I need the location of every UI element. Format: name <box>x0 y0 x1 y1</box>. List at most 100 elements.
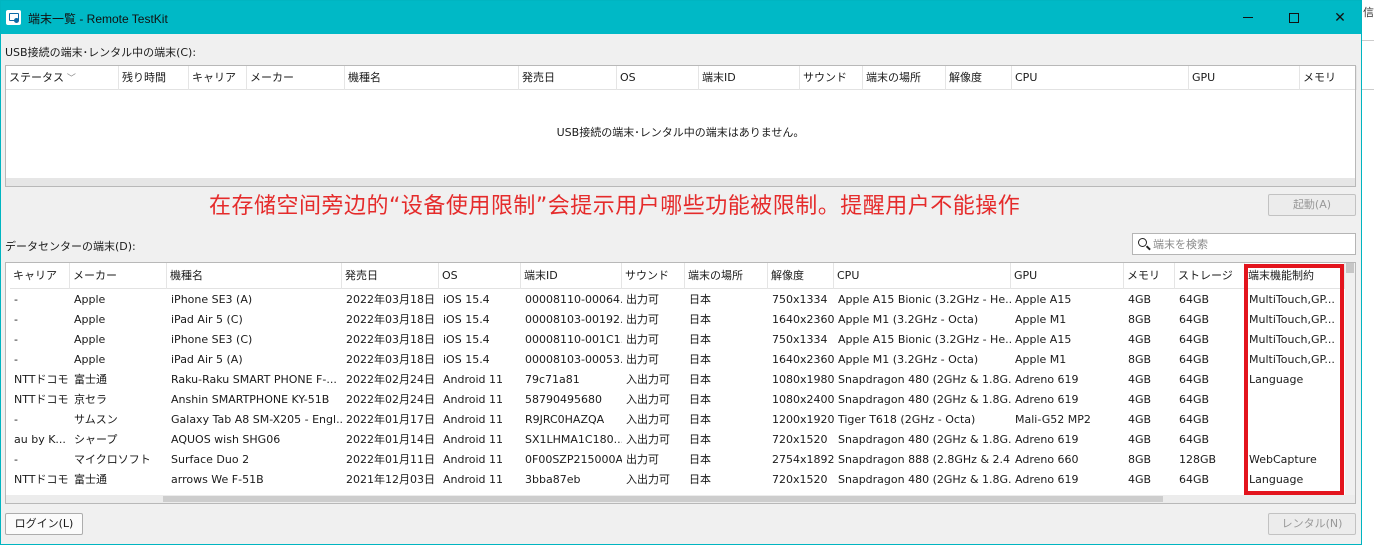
maximize-button[interactable] <box>1271 1 1317 34</box>
datacenter-column-header[interactable]: 端末ID <box>521 263 622 289</box>
usb-column-header[interactable]: メモリ <box>1300 66 1357 90</box>
title-bar[interactable]: 端末一覧 - Remote TestKit ✕ <box>1 1 1361 34</box>
table-cell: 京セラ <box>74 393 107 406</box>
horizontal-scrollbar[interactable] <box>6 495 1355 503</box>
table-cell: 4GB <box>1128 373 1152 386</box>
table-cell: - <box>14 333 18 346</box>
start-button[interactable]: 起動(A) <box>1268 194 1356 216</box>
usb-column-header[interactable]: サウンド <box>800 66 863 90</box>
table-cell: NTTドコモ <box>14 393 69 406</box>
minimize-button[interactable] <box>1225 1 1271 34</box>
usb-column-header[interactable]: 端末ID <box>699 66 800 90</box>
table-row[interactable]: - サムスン Galaxy Tab A8 SM-X205 - Engl... 2022… <box>10 410 1345 430</box>
usb-column-header[interactable]: 端末の場所 <box>863 66 946 90</box>
table-cell: Raku-Raku SMART PHONE F-... <box>171 373 337 386</box>
table-cell: Anshin SMARTPHONE KY-51B <box>171 393 330 406</box>
table-row[interactable]: NTTドコモ 富士通 arrows We F-51B 2021年12月03日 Andro… <box>10 470 1345 490</box>
device-search-box[interactable] <box>1132 233 1356 255</box>
table-cell: 入出力可 <box>626 373 670 386</box>
table-cell: 出力可 <box>626 453 659 466</box>
table-row[interactable]: NTTドコモ 京セラ Anshin SMARTPHONE KY-51B 2022年02… <box>10 390 1345 410</box>
datacenter-column-header[interactable]: OS <box>439 263 521 289</box>
table-cell: マイクロソフト <box>74 453 151 466</box>
usb-column-header[interactable]: キャリア <box>189 66 247 90</box>
datacenter-section-label: データセンターの端末(D): <box>5 240 136 253</box>
table-row[interactable]: - Apple iPhone SE3 (A) 2022年03月18日 iOS 15.4 0… <box>10 290 1345 310</box>
table-cell: 64GB <box>1179 313 1210 326</box>
table-cell: 64GB <box>1179 293 1210 306</box>
table-cell: Adreno 619 <box>1015 373 1079 386</box>
usb-column-header[interactable]: OS <box>617 66 699 90</box>
table-cell: Apple M1 (3.2GHz - Octa) <box>838 353 979 366</box>
table-cell: Apple <box>74 353 106 366</box>
table-row[interactable]: - マイクロソフト Surface Duo 2 2022年01月11日 Android … <box>10 450 1345 470</box>
table-row[interactable]: NTTドコモ 富士通 Raku-Raku SMART PHONE F-... 2022… <box>10 370 1345 390</box>
search-input[interactable] <box>1153 236 1349 252</box>
datacenter-table-body: - Apple iPhone SE3 (A) 2022年03月18日 iOS 15.4 0… <box>10 290 1345 490</box>
table-cell: 720x1520 <box>772 433 828 446</box>
highlight-box <box>1244 264 1344 495</box>
table-cell: 64GB <box>1179 473 1210 486</box>
search-icon <box>1138 238 1147 247</box>
usb-column-header[interactable]: 残り時間 <box>119 66 189 90</box>
table-cell: 2022年02月24日 <box>346 393 435 406</box>
usb-column-header[interactable]: メーカー <box>247 66 345 90</box>
datacenter-column-header[interactable]: GPU <box>1011 263 1124 289</box>
usb-column-header[interactable]: 解像度 <box>946 66 1012 90</box>
table-cell: Apple M1 (3.2GHz - Octa) <box>838 313 979 326</box>
table-cell: Adreno 619 <box>1015 393 1079 406</box>
datacenter-column-header[interactable]: メモリ <box>1124 263 1175 289</box>
table-cell: 日本 <box>689 293 711 306</box>
usb-horizontal-scrollbar[interactable] <box>6 178 1355 186</box>
usb-section-label: USB接続の端末･レンタル中の端末(C): <box>5 46 197 59</box>
usb-column-header[interactable]: GPU <box>1189 66 1300 90</box>
background-divider <box>1362 40 1374 41</box>
table-cell: 出力可 <box>626 293 659 306</box>
usb-column-header[interactable]: ステータス ﹀ <box>6 66 119 90</box>
usb-column-header[interactable]: 発売日 <box>519 66 617 90</box>
table-cell: 出力可 <box>626 313 659 326</box>
table-row[interactable]: - Apple iPhone SE3 (C) 2022年03月18日 iOS 15.4 0… <box>10 330 1345 350</box>
datacenter-column-header[interactable]: ストレージ <box>1175 263 1245 289</box>
table-cell: Apple M1 <box>1015 313 1067 326</box>
datacenter-column-header[interactable]: サウンド <box>622 263 685 289</box>
usb-column-header[interactable]: CPU <box>1012 66 1189 90</box>
table-cell: 720x1520 <box>772 473 828 486</box>
datacenter-column-header[interactable]: 発売日 <box>342 263 439 289</box>
table-cell: 79c71a81 <box>525 373 580 386</box>
table-cell: iOS 15.4 <box>443 313 490 326</box>
login-button[interactable]: ログイン(L) <box>5 513 83 535</box>
datacenter-column-header[interactable]: メーカー <box>70 263 167 289</box>
usb-column-header[interactable]: 機種名 <box>345 66 519 90</box>
rent-button[interactable]: レンタル(N) <box>1268 513 1356 535</box>
table-cell: Apple M1 <box>1015 353 1067 366</box>
datacenter-column-header[interactable]: 機種名 <box>167 263 342 289</box>
table-cell: 入出力可 <box>626 393 670 406</box>
table-cell: au by K... <box>14 433 66 446</box>
horizontal-scrollbar-thumb[interactable] <box>163 496 1163 502</box>
table-cell: - <box>14 313 18 326</box>
vertical-scrollbar[interactable] <box>1345 263 1355 503</box>
table-cell: Android 11 <box>443 453 504 466</box>
datacenter-column-header[interactable]: 解像度 <box>768 263 834 289</box>
table-cell: 750x1334 <box>772 333 828 346</box>
table-row[interactable]: - Apple iPad Air 5 (C) 2022年03月18日 iOS 15.4 0… <box>10 310 1345 330</box>
table-cell: 出力可 <box>626 333 659 346</box>
table-row[interactable]: - Apple iPad Air 5 (A) 2022年03月18日 iOS 15.4 0… <box>10 350 1345 370</box>
table-row[interactable]: au by K... シャープ AQUOS wish SHG06 2022年01月14… <box>10 430 1345 450</box>
vertical-scrollbar-thumb[interactable] <box>1346 263 1354 273</box>
table-cell: 2022年03月18日 <box>346 333 435 346</box>
table-cell: - <box>14 353 18 366</box>
close-button[interactable]: ✕ <box>1317 1 1363 34</box>
datacenter-column-header[interactable]: 端末の場所 <box>685 263 768 289</box>
table-cell: 1640x2360 <box>772 313 834 326</box>
table-cell: Apple <box>74 293 106 306</box>
datacenter-column-header[interactable]: CPU <box>834 263 1011 289</box>
datacenter-column-header[interactable]: キャリア <box>10 263 70 289</box>
table-cell: 入出力可 <box>626 473 670 486</box>
table-cell: iOS 15.4 <box>443 353 490 366</box>
table-cell: Apple <box>74 333 106 346</box>
table-cell: 64GB <box>1179 333 1210 346</box>
table-cell: NTTドコモ <box>14 373 69 386</box>
annotation-text: 在存储空间旁边的“设备使用限制”会提示用户哪些功能被限制。提醒用户不能操作 <box>209 194 1021 219</box>
